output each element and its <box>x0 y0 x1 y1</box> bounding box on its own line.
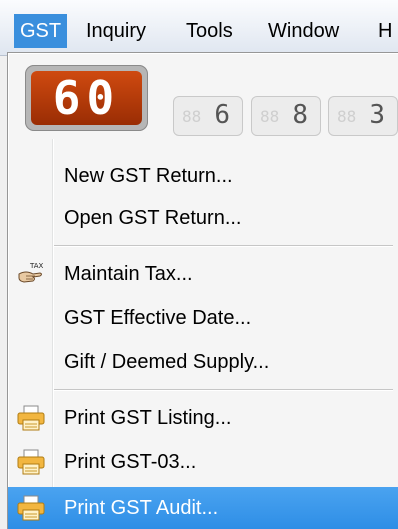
menu-separator <box>54 245 393 247</box>
menu-item-label: Print GST-03... <box>64 451 197 473</box>
menu-item-print-gst-03[interactable]: Print GST-03... <box>8 445 398 479</box>
menu-tools[interactable]: Tools <box>180 14 239 48</box>
printer-icon <box>16 494 46 522</box>
menu-item-label: Open GST Return... <box>64 207 242 229</box>
counter-1: 88 6 <box>173 96 243 136</box>
menu-item-maintain-tax[interactable]: TAX Maintain Tax... <box>8 257 398 291</box>
counter-1-ghost-digits: 88 <box>182 107 202 126</box>
counter-3: 88 3 <box>328 96 398 136</box>
menu-item-gift-deemed-supply[interactable]: Gift / Deemed Supply... <box>8 345 398 379</box>
menu-item-gst-effective-date[interactable]: GST Effective Date... <box>8 301 398 335</box>
menu-item-label: Print GST Listing... <box>64 407 232 429</box>
counter-3-ghost-digits: 88 <box>337 107 357 126</box>
menu-item-label: GST Effective Date... <box>64 307 252 329</box>
menu-item-print-gst-listing[interactable]: Print GST Listing... <box>8 401 398 435</box>
menu-bar: GST Inquiry Tools Window H <box>0 0 398 56</box>
menu-item-print-gst-audit[interactable]: Print GST Audit... <box>8 487 398 529</box>
main-counter: 60 <box>25 65 148 131</box>
main-counter-value: 60 <box>31 71 142 125</box>
counter-2-value: 8 <box>292 100 308 130</box>
menu-item-label: Print GST Audit... <box>64 497 219 519</box>
menu-item-label: New GST Return... <box>64 165 233 187</box>
counter-3-value: 3 <box>369 100 385 130</box>
gst-dropdown-menu: 60 88 6 88 8 88 3 New GST Return... Open… <box>7 52 398 529</box>
printer-icon <box>16 404 46 432</box>
menu-item-open-gst-return[interactable]: Open GST Return... <box>8 201 398 235</box>
menu-inquiry[interactable]: Inquiry <box>80 14 152 48</box>
menu-item-label: Maintain Tax... <box>64 263 193 285</box>
menu-help-label: H <box>378 20 393 42</box>
menu-window[interactable]: Window <box>262 14 345 48</box>
menu-item-label: Gift / Deemed Supply... <box>64 351 270 373</box>
menu-inquiry-label: Inquiry <box>86 20 147 42</box>
menu-window-label: Window <box>268 20 340 42</box>
menu-gst[interactable]: GST <box>14 14 68 48</box>
counter-2: 88 8 <box>251 96 321 136</box>
menu-gst-label: GST <box>20 20 62 42</box>
menu-tools-label: Tools <box>186 20 233 42</box>
menu-separator <box>54 389 393 391</box>
counter-1-value: 6 <box>214 100 230 130</box>
svg-text:TAX: TAX <box>29 262 44 270</box>
printer-icon <box>16 448 46 476</box>
menu-item-new-gst-return[interactable]: New GST Return... <box>8 159 398 193</box>
tax-hand-icon: TAX <box>16 260 46 288</box>
counter-2-ghost-digits: 88 <box>260 107 280 126</box>
menu-help[interactable]: H <box>372 14 398 48</box>
